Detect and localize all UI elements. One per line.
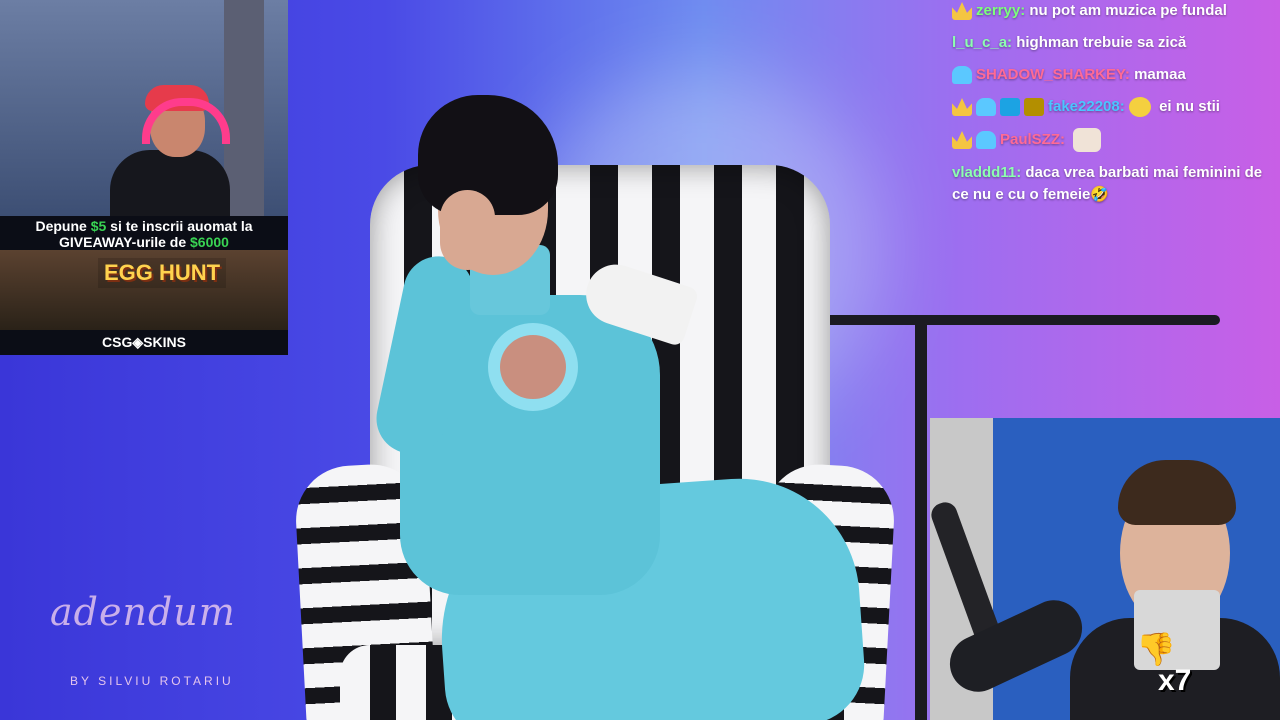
- chat-text: ei nu stii: [1159, 98, 1220, 115]
- emote-overlay: 👎 x7: [1134, 590, 1220, 700]
- hand-emoji-icon: 👎: [1136, 631, 1176, 667]
- curtain: [224, 0, 264, 216]
- emote-multiplier: x7: [1158, 664, 1192, 697]
- sponsor-promo-panel[interactable]: Depune $5 si te inscrii auomat la GIVEAW…: [0, 216, 288, 355]
- cat-emote-icon: [1073, 128, 1102, 152]
- mic-stand-pole: [915, 320, 927, 720]
- promo-line-1: Depune $5 si te inscrii auomat la: [0, 218, 288, 234]
- promo-line-1-pre: Depune: [35, 218, 91, 234]
- logo-script: adendum: [50, 590, 236, 634]
- chat-overlay: zerryy: nu pot am muzica pe fundal l_u_c…: [952, 0, 1270, 216]
- logo-subtitle: BY SILVIU ROTARIU: [70, 674, 234, 688]
- ghost-icon: [976, 98, 996, 117]
- chat-username: vladdd11:: [952, 164, 1022, 181]
- glasses-icon: [1024, 98, 1044, 117]
- chat-text: mamaa: [1134, 66, 1186, 83]
- streamer-webcam-bottom-right: [930, 418, 1280, 720]
- seven-tv-icon: [1000, 98, 1020, 117]
- chat-message: zerryy: nu pot am muzica pe fundal: [952, 0, 1270, 22]
- csgo-skins-logo: CSG◈SKINS: [102, 334, 186, 350]
- emoji-face-icon: [1128, 97, 1151, 118]
- promo-line-2: GIVEAWAY-urile de $6000: [0, 234, 288, 250]
- egg-hunt-title: EGG HUNT: [98, 258, 227, 288]
- chat-username: PaulSZZ:: [1000, 130, 1066, 148]
- promo-amount-6000: $6000: [190, 234, 229, 250]
- ghost-icon: [952, 66, 972, 85]
- chat-message: vladdd11: daca vrea barbati mai feminini…: [952, 162, 1270, 206]
- guest-hair: [418, 95, 558, 215]
- chat-username: zerryy:: [976, 2, 1026, 19]
- chat-message: PaulSZZ:: [952, 128, 1270, 152]
- chat-username: fake22208:: [1048, 98, 1125, 115]
- chat-text: highman trebuie sa zică: [1016, 34, 1187, 51]
- chat-username: l_u_c_a:: [952, 34, 1013, 51]
- crown-icon: [952, 98, 972, 117]
- show-logo: adendum BY SILVIU ROTARIU: [50, 590, 240, 700]
- promo-line-2-pre: GIVEAWAY-urile de: [59, 234, 191, 250]
- ghost-icon: [976, 131, 996, 149]
- crown-icon: [952, 131, 972, 149]
- chat-username: SHADOW_SHARKEY:: [976, 66, 1130, 83]
- promo-artwork: EGG HUNT: [0, 250, 288, 330]
- chat-text: nu pot am muzica pe fundal: [1029, 2, 1227, 19]
- guest-hand: [440, 190, 495, 270]
- crown-icon: [952, 2, 972, 21]
- dress-cutout: [500, 335, 566, 399]
- streamer-hair: [1118, 460, 1236, 525]
- guest-person: [369, 95, 869, 720]
- streamer-webcam-top-left: [0, 0, 288, 216]
- streamer-body: [110, 150, 230, 216]
- promo-amount-5: $5: [90, 218, 107, 234]
- promo-line-1-post: si te inscrii auomat la: [106, 218, 253, 234]
- chat-message: SHADOW_SHARKEY: mamaa: [952, 64, 1270, 86]
- chat-message: fake22208: ei nu stii: [952, 96, 1270, 118]
- chat-message: l_u_c_a: highman trebuie sa zică: [952, 32, 1270, 54]
